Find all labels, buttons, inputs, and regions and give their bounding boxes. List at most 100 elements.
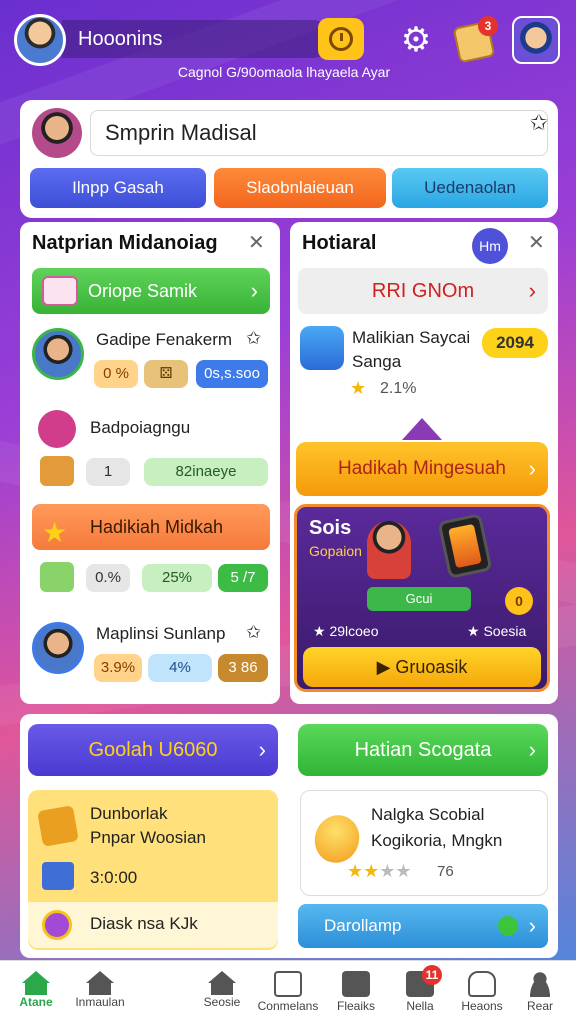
- promo-foot-right: ★ Soesia: [467, 623, 527, 639]
- blue-bar-button[interactable]: Darollamp ›: [298, 904, 548, 948]
- news-ticker: Cagnol G/90omaola lhayaela Ayar: [177, 64, 391, 80]
- item-rating: 2.1%: [380, 380, 417, 397]
- search-panel: Smprin Madisal ✩ Ilnpp Gasah Slaobnlaieu…: [20, 100, 558, 218]
- nav-item-home[interactable]: Atane: [2, 965, 70, 1023]
- grey-bar-button[interactable]: RRI GNOm ›: [298, 268, 548, 314]
- orange-bar-button[interactable]: ★ Hadikiah Midkah: [32, 504, 270, 550]
- green-dot-icon: [498, 916, 518, 936]
- stat-chip: 0 %: [94, 360, 138, 388]
- nav-label: Inmaulan: [75, 995, 125, 1009]
- clock-icon: [329, 27, 353, 51]
- star-icon: ★: [350, 378, 367, 398]
- orange-action-button[interactable]: Slaobnlaieuan: [214, 168, 386, 208]
- chevron-right-icon: ›: [250, 278, 258, 303]
- star-rating-icon: ★★★★: [347, 861, 412, 881]
- favorite-icon[interactable]: ✩: [530, 110, 548, 136]
- coin-icon: [42, 910, 72, 940]
- green-bar-button[interactable]: Oriope Samik ›: [32, 268, 270, 314]
- purple-action-label: Goolah U6060: [88, 739, 218, 761]
- stat-chip: 0s,s.soo: [196, 360, 268, 388]
- info-box[interactable]: Nalgka Scobial Kogikoria, Mngkn ★★★★ 76: [300, 790, 548, 896]
- cake-icon: [42, 276, 78, 306]
- avatar[interactable]: [32, 108, 82, 158]
- nav-item-6[interactable]: Nella: [386, 965, 454, 1023]
- right-card-title: Hotiaral: [302, 232, 377, 254]
- nav-label: Rear: [526, 999, 553, 1013]
- profile-icon: [526, 971, 554, 997]
- store-icon: [208, 971, 236, 983]
- close-icon[interactable]: ✕: [248, 230, 265, 255]
- nav-item-4[interactable]: Conmelans: [254, 965, 322, 1023]
- chevron-right-icon: ›: [258, 737, 266, 762]
- nav-badge: 11: [422, 965, 442, 985]
- stat-chip: 25%: [142, 564, 212, 592]
- profile-avatar[interactable]: [14, 14, 66, 66]
- promo-foot-left: ★ 29lcoeo: [313, 623, 379, 639]
- stat-chip: 82inaeye: [144, 458, 268, 486]
- info-line2: Kogikoria, Mngkn: [371, 831, 503, 850]
- promo-main-button[interactable]: ▶ Gruoasik: [303, 647, 541, 687]
- hm-badge: Hm: [472, 228, 508, 264]
- close-icon[interactable]: ✕: [528, 230, 545, 255]
- timer-button[interactable]: [318, 18, 364, 60]
- nav-label: Conmelans: [257, 999, 319, 1013]
- info-line1: Nalgka Scobial: [371, 805, 485, 824]
- green-action-button[interactable]: Hatian Scogata ›: [298, 724, 548, 776]
- nav-label: Nella: [406, 999, 434, 1013]
- home-icon: [22, 971, 50, 983]
- stat-chip: 5 /7: [218, 564, 268, 592]
- gear-icon[interactable]: ⚙: [398, 22, 434, 58]
- username-label: Hooonins: [62, 20, 332, 58]
- bottom-navigation: Atane Inmaulan Seosie Conmelans Fleaiks …: [0, 960, 576, 1024]
- nav-label: Fleaiks: [336, 999, 375, 1013]
- star-outline-icon[interactable]: ✩: [246, 622, 261, 643]
- chevron-right-icon: ›: [528, 913, 536, 938]
- star-icon: ★: [42, 517, 68, 548]
- cyan-action-button[interactable]: Uedenaolan: [392, 168, 548, 208]
- nav-label: Seosie: [203, 995, 241, 1009]
- phone-icon: [437, 513, 493, 579]
- stat-chip: 4%: [148, 654, 212, 682]
- percent-badge: 2094: [482, 328, 548, 358]
- blue-action-button[interactable]: Ilnpp Gasah: [30, 168, 206, 208]
- reward-bottom-label: Diask nsa KJk: [90, 914, 198, 933]
- nav-item-8[interactable]: Rear: [506, 965, 574, 1023]
- gold-bar-icon: [37, 805, 79, 847]
- home-alt-icon: [86, 971, 114, 983]
- nav-item-2[interactable]: Inmaulan: [66, 965, 134, 1023]
- row-name: Badpoiagngu: [90, 418, 191, 437]
- promo-green-button[interactable]: Gcui: [367, 587, 471, 611]
- notification-badge: 3: [478, 16, 498, 36]
- left-card: Natprian Midanoiag ✕ Oriope Samik › Gadi…: [20, 222, 280, 704]
- avatar[interactable]: [32, 622, 84, 674]
- calendar-icon: [38, 410, 76, 448]
- grey-bar-label: RRI GNOm: [371, 280, 475, 302]
- avatar[interactable]: [32, 328, 84, 380]
- stat-chip: 3 86: [218, 654, 268, 682]
- green-bar-label: Oriope Samik: [88, 281, 198, 301]
- app-icon[interactable]: [300, 326, 344, 370]
- gold-action-button[interactable]: Hadikah Mingesuah ›: [296, 442, 548, 496]
- nav-item-3[interactable]: Seosie: [188, 965, 256, 1023]
- nav-item-5[interactable]: Fleaiks: [322, 965, 390, 1023]
- item-icon: [40, 562, 74, 592]
- bottom-panel: Goolah U6060 › Hatian Scogata › Dunborla…: [20, 714, 558, 958]
- chevron-right-icon: ›: [528, 278, 536, 303]
- reward-box[interactable]: Dunborlak Pnpar Woosian 3:0:00 Diask nsa…: [28, 790, 278, 950]
- top-header: Hooonins ⚙ 3 Cagnol G/90omaola lhayaela …: [0, 0, 576, 100]
- item-name-line2: Sanga: [352, 352, 402, 371]
- barrel-icon: [40, 456, 74, 486]
- stat-chip: 1: [86, 458, 130, 486]
- blue-bar-label: Darollamp: [324, 916, 402, 935]
- promo-circle-badge: 0: [505, 587, 533, 615]
- star-outline-icon[interactable]: ✩: [246, 328, 261, 349]
- item-name-line1: Malikian Saycai: [352, 328, 471, 347]
- promo-banner[interactable]: Sois Gopaion Gcui 0 ★ 29lcoeo ★ Soesia ▶…: [294, 504, 550, 692]
- dice-icon: ⚄: [144, 360, 188, 388]
- nav-label: Atane: [19, 995, 53, 1009]
- purple-action-button[interactable]: Goolah U6060 ›: [28, 724, 278, 776]
- row-name: Gadipe Fenakerm: [96, 330, 233, 349]
- search-input[interactable]: Smprin Madisal: [90, 110, 548, 156]
- friend-avatar[interactable]: [512, 16, 560, 64]
- reward-timer: 3:0:00: [90, 868, 138, 887]
